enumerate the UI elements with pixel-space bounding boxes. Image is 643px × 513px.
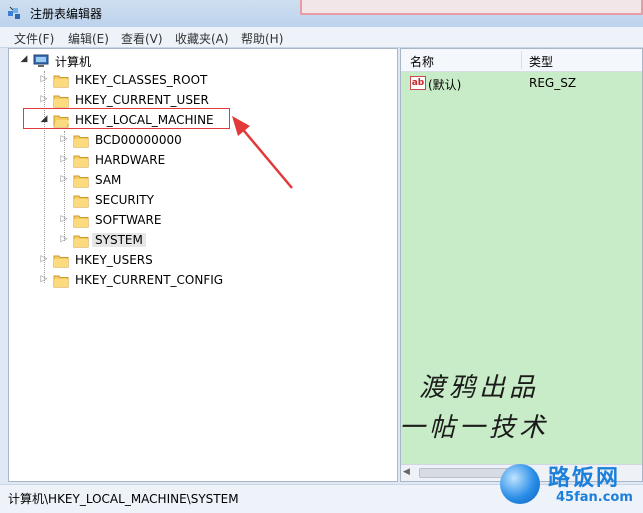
- annotation-highlight-box: [23, 108, 230, 129]
- window-title: 注册表编辑器: [30, 7, 103, 21]
- title-bar: 注册表编辑器: [0, 0, 643, 27]
- expand-arrow-icon[interactable]: ▷: [59, 174, 69, 184]
- handwriting-line-2: 一帖一技术: [400, 413, 550, 443]
- tree-node-computer[interactable]: ◢ 计算机: [19, 52, 219, 70]
- column-type-header[interactable]: 类型: [529, 53, 553, 70]
- status-path: 计算机\HKEY_LOCAL_MACHINE\SYSTEM: [8, 492, 239, 506]
- menu-favorites[interactable]: 收藏夹(A): [175, 30, 229, 47]
- computer-icon: [33, 54, 49, 67]
- tree-node-security[interactable]: SECURITY: [59, 192, 259, 210]
- regedit-icon: [8, 6, 20, 19]
- expand-arrow-icon[interactable]: ◢: [19, 54, 29, 64]
- folder-icon: [73, 195, 89, 208]
- handwriting-line-1: 渡鸦出品: [419, 373, 540, 403]
- folder-icon: [73, 235, 89, 248]
- tree-label: SAM: [95, 173, 122, 187]
- string-value-icon: ab: [410, 76, 426, 90]
- water-drop-icon: [500, 464, 540, 504]
- tree-label: HKEY_CURRENT_CONFIG: [75, 273, 224, 287]
- folder-icon: [53, 95, 69, 108]
- expand-arrow-icon[interactable]: ▷: [39, 74, 49, 84]
- watermark-domain: 45fan.com: [556, 490, 633, 505]
- tree-label: HKEY_USERS: [75, 253, 153, 267]
- expand-arrow-icon[interactable]: ▷: [39, 274, 49, 284]
- expand-arrow-icon[interactable]: ▷: [39, 254, 49, 264]
- watermark-name: 路饭网: [548, 466, 621, 491]
- value-name: (默认): [428, 78, 462, 92]
- folder-icon: [73, 175, 89, 188]
- menu-file[interactable]: 文件(F): [14, 30, 54, 47]
- tree-node-system[interactable]: ▷ SYSTEM: [59, 232, 259, 250]
- expand-arrow-icon[interactable]: ▷: [39, 94, 49, 104]
- column-separator[interactable]: [521, 51, 522, 69]
- value-row[interactable]: ab (默认) REG_SZ: [401, 75, 642, 93]
- expand-arrow-icon[interactable]: ▷: [59, 154, 69, 164]
- tree-label: HKEY_CURRENT_USER: [75, 93, 209, 107]
- folder-icon: [73, 215, 89, 228]
- expand-arrow-icon[interactable]: ▷: [59, 214, 69, 224]
- tree-node-software[interactable]: ▷ SOFTWARE: [59, 212, 259, 230]
- folder-icon: [53, 255, 69, 268]
- menu-bar: 文件(F) 编辑(E) 查看(V) 收藏夹(A) 帮助(H): [0, 27, 643, 48]
- menu-edit[interactable]: 编辑(E): [68, 30, 109, 47]
- expand-arrow-icon[interactable]: ▷: [59, 234, 69, 244]
- tree-label: SYSTEM: [92, 233, 146, 247]
- tree-label: 计算机: [55, 55, 92, 69]
- tree-node-hku[interactable]: ▷ HKEY_USERS: [39, 252, 239, 270]
- tree-node-hkcr[interactable]: ▷ HKEY_CLASSES_ROOT: [39, 72, 239, 90]
- menu-help[interactable]: 帮助(H): [241, 30, 283, 47]
- annotation-arrow-icon: [232, 116, 293, 189]
- value-list-pane[interactable]: 名称 类型 ab (默认) REG_SZ 渡鸦出品 一帖一技术 ◀: [400, 48, 643, 482]
- tree-label: HKEY_CLASSES_ROOT: [75, 73, 208, 87]
- title-decoration: [300, 0, 643, 15]
- folder-icon: [73, 135, 89, 148]
- tree-label: BCD00000000: [95, 133, 182, 147]
- menu-view[interactable]: 查看(V): [121, 30, 163, 47]
- value-type: REG_SZ: [529, 76, 577, 90]
- tree-label: SOFTWARE: [95, 213, 162, 227]
- site-watermark-logo: 路饭网 45fan.com: [496, 458, 643, 512]
- column-name-header[interactable]: 名称: [410, 53, 434, 70]
- folder-icon: [53, 75, 69, 88]
- scroll-left-icon[interactable]: ◀: [403, 467, 410, 477]
- tree-label: HARDWARE: [95, 153, 166, 167]
- expand-arrow-icon[interactable]: ▷: [59, 134, 69, 144]
- column-header: 名称 类型: [401, 49, 642, 72]
- tree-node-hkcc[interactable]: ▷ HKEY_CURRENT_CONFIG: [39, 272, 259, 290]
- folder-icon: [73, 155, 89, 168]
- folder-icon: [53, 275, 69, 288]
- tree-label: SECURITY: [95, 193, 154, 207]
